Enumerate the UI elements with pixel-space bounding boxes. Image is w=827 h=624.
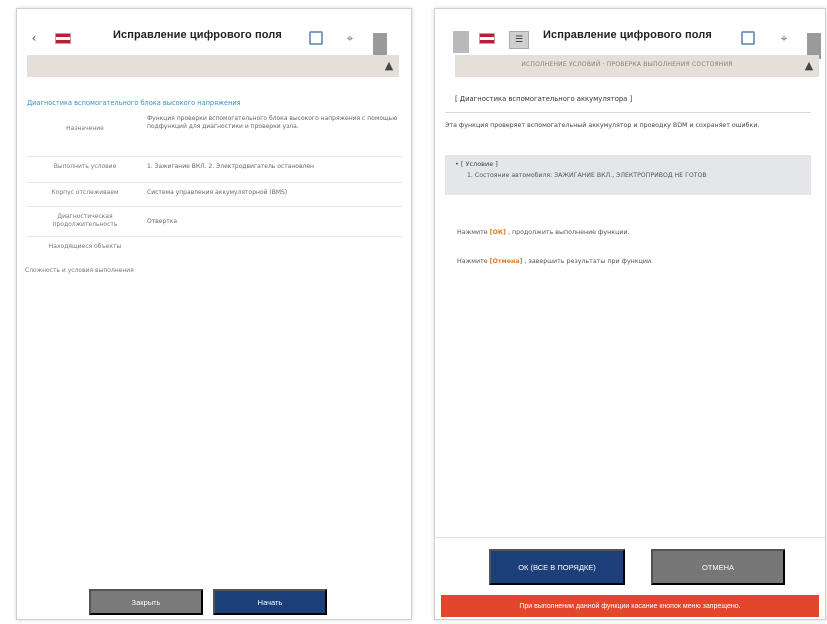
- function-description: Эта функция проверяет вспомогательный ак…: [445, 122, 760, 129]
- condition-box: • [ Условие ] 1. Состояние автомобиля: З…: [445, 155, 811, 195]
- press-cancel-key: [Отмена]: [489, 258, 523, 265]
- table-row: Назначение Функция проверки вспомогатель…: [27, 109, 403, 157]
- copy-icon[interactable]: [741, 31, 755, 45]
- divider: [445, 112, 811, 113]
- row-key: Диагностическая продолжительность: [52, 213, 118, 229]
- press-ok-key: [ОК]: [489, 229, 506, 236]
- back-icon[interactable]: ‹: [27, 31, 41, 45]
- expand-icon[interactable]: ⌖: [343, 31, 357, 45]
- table-row: Находящиеся объекты: [27, 237, 403, 259]
- info-bar: ▲: [27, 55, 399, 77]
- condition-title: • [ Условие ]: [455, 160, 498, 168]
- page-title: Исправление цифрового поля: [113, 29, 282, 41]
- row-value: Функция проверки вспомогательного блока …: [147, 115, 398, 131]
- lock-icon[interactable]: ▲: [803, 58, 815, 72]
- row-value: 1. Зажигание ВКЛ. 2. Электродвигатель ос…: [147, 163, 314, 170]
- row-key: Назначение: [66, 125, 104, 132]
- table-row: Диагностическая продолжительность Отверт…: [27, 207, 403, 237]
- ok-button[interactable]: ОК (ВСЕ В ПОРЯДКЕ): [489, 549, 625, 585]
- cancel-button[interactable]: ОТМЕНА: [651, 549, 785, 585]
- left-title-bar: ‹ Исправление цифрового поля ⌖: [17, 21, 411, 59]
- row-value: [143, 237, 403, 259]
- stage: ‹ Исправление цифрового поля ⌖ ▲ Диагнос…: [0, 0, 827, 624]
- condition-text: 1. Состояние автомобиля: ЗАЖИГАНИЕ ВКЛ.,…: [467, 172, 707, 179]
- lock-icon[interactable]: ▲: [383, 58, 395, 72]
- list-icon[interactable]: ☰: [509, 31, 529, 49]
- row-key: Выполнить условие: [53, 163, 117, 170]
- press-cancel-suffix: , завершить результаты при функции.: [524, 258, 654, 265]
- info-table: Назначение Функция проверки вспомогатель…: [27, 109, 403, 259]
- home-button[interactable]: [453, 31, 469, 53]
- close-button[interactable]: Закрыть: [89, 589, 203, 615]
- copy-icon[interactable]: [309, 31, 323, 45]
- function-heading: [ Диагностика вспомогательного аккумулят…: [455, 95, 633, 103]
- press-ok-suffix: , продолжить выполнение функции.: [507, 229, 630, 236]
- divider: [435, 537, 825, 538]
- press-ok-prefix: Нажмите: [457, 229, 488, 236]
- page-title: Исправление цифрового поля: [543, 29, 712, 41]
- press-ok-instruction: Нажмите [ОК] , продолжить выполнение фун…: [457, 229, 630, 236]
- section-link[interactable]: Диагностика вспомогательного блока высок…: [27, 99, 241, 107]
- start-button[interactable]: Начать: [213, 589, 327, 615]
- info-bar: ИСПОЛНЕНИЕ УСЛОВИЙ · ПРОВЕРКА ВЫПОЛНЕНИЯ…: [455, 55, 819, 77]
- press-cancel-prefix: Нажмите: [457, 258, 488, 265]
- press-cancel-instruction: Нажмите [Отмена] , завершить результаты …: [457, 258, 653, 265]
- flag-icon[interactable]: [479, 33, 495, 44]
- row-key: Находящиеся объекты: [48, 243, 122, 250]
- warning-banner: При выполнении данной функции касание кн…: [441, 595, 819, 617]
- right-screen: ☰ Исправление цифрового поля ⌖ ИСПОЛНЕНИ…: [434, 8, 826, 620]
- flag-icon[interactable]: [55, 33, 71, 44]
- table-row: Корпус отслеживаем Система управления ак…: [27, 183, 403, 207]
- left-screen: ‹ Исправление цифрового поля ⌖ ▲ Диагнос…: [16, 8, 412, 620]
- right-title-bar: ☰ Исправление цифрового поля ⌖: [435, 21, 825, 59]
- extra-label: Сложность и условия выполнения: [25, 267, 134, 274]
- expand-icon[interactable]: ⌖: [777, 31, 791, 45]
- info-bar-text: ИСПОЛНЕНИЕ УСЛОВИЙ · ПРОВЕРКА ВЫПОЛНЕНИЯ…: [521, 61, 733, 68]
- row-value: Отвертка: [147, 218, 178, 225]
- row-key: Корпус отслеживаем: [51, 189, 119, 196]
- table-row: Выполнить условие 1. Зажигание ВКЛ. 2. Э…: [27, 157, 403, 183]
- row-value: Система управления аккумуляторной (BMS): [147, 189, 288, 196]
